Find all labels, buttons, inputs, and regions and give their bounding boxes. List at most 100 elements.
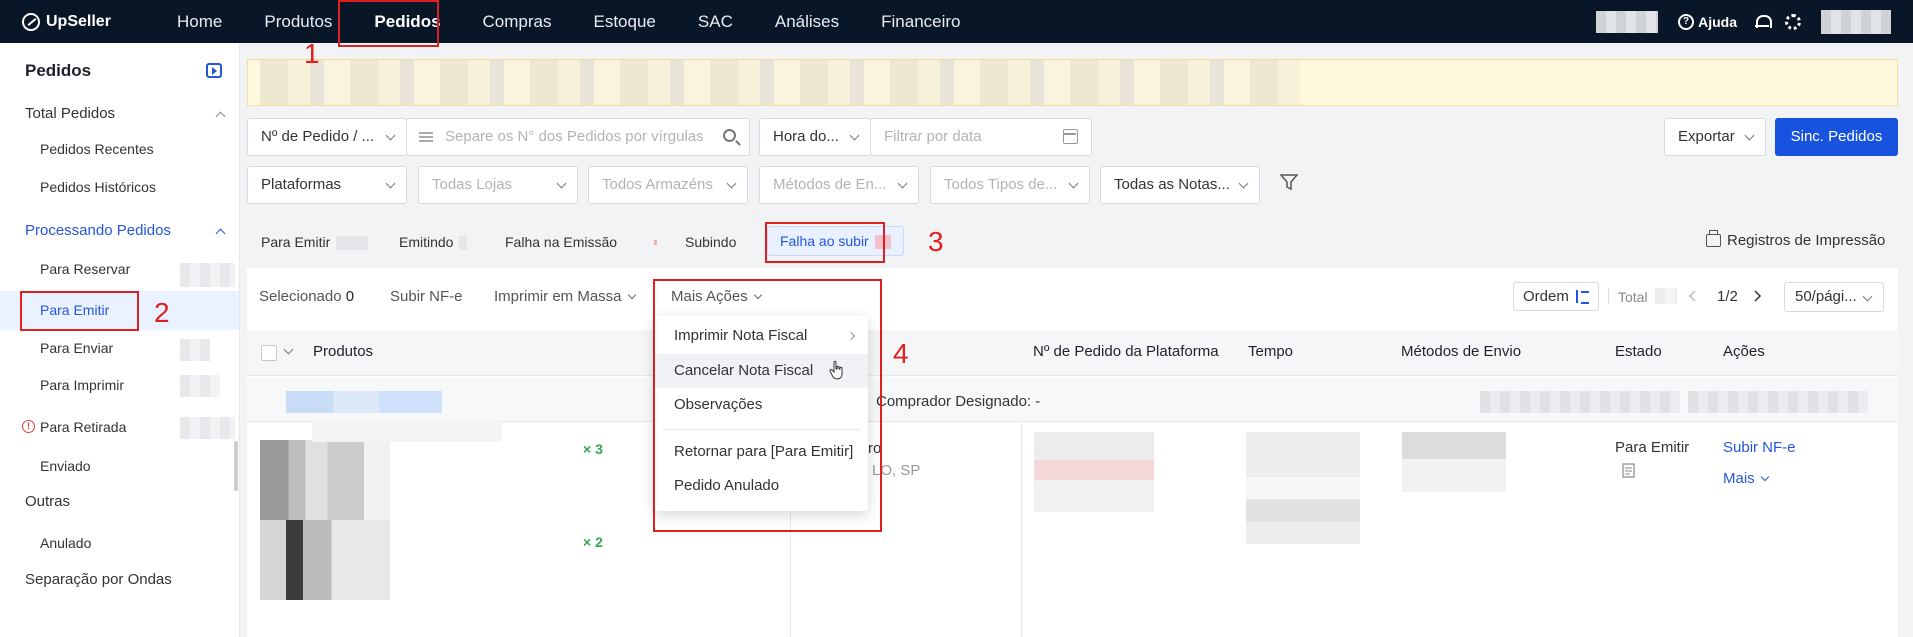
column-acoes: Ações: [1723, 343, 1765, 360]
search-icon[interactable]: [723, 129, 736, 142]
annotation-number-1: 1: [304, 38, 320, 69]
platforms-select[interactable]: Plataformas: [247, 166, 407, 204]
date-placeholder: Filtrar por data: [884, 128, 982, 145]
bulk-print-label: Imprimir em Massa: [494, 288, 622, 305]
types-select[interactable]: Todos Tipos de...: [930, 166, 1090, 204]
select-value: Nº de Pedido / ...: [261, 128, 375, 145]
time-type-select[interactable]: Hora do...: [759, 118, 871, 156]
export-button[interactable]: Exportar: [1664, 118, 1766, 156]
notice-banner: [247, 59, 1898, 106]
chevron-down-icon: [385, 178, 396, 189]
product-image[interactable]: [260, 520, 390, 600]
app-logo[interactable]: UpSeller: [22, 12, 132, 31]
sort-icon: [1576, 290, 1589, 304]
sidebar-title: Pedidos: [25, 61, 92, 80]
sidebar-group-outras[interactable]: Outras: [0, 493, 239, 517]
selected-label: Selecionado: [259, 288, 342, 305]
tab-subindo[interactable]: Subindo: [685, 228, 736, 256]
sort-order-button[interactable]: Ordem: [1513, 282, 1599, 311]
redacted-platform-order: [1034, 432, 1154, 512]
redacted-count: [180, 417, 235, 439]
redacted-count: [336, 236, 369, 251]
sidebar-item-label: Para Retirada: [40, 419, 127, 435]
user-avatar[interactable]: [1821, 9, 1891, 34]
print-records-label: Registros de Impressão: [1727, 232, 1886, 249]
sidebar-item-anulado[interactable]: Anulado: [0, 535, 239, 559]
warehouses-select[interactable]: Todos Armazéns: [588, 166, 748, 204]
sidebar-item-pedidos-historicos[interactable]: Pedidos Históricos: [0, 179, 239, 203]
tab-falha-emissao[interactable]: Falha na Emissão: [505, 228, 617, 256]
date-filter-input[interactable]: Filtrar por data: [870, 118, 1092, 156]
chevron-down-icon: [726, 178, 737, 189]
bell-icon[interactable]: [1755, 14, 1772, 29]
filter-icon[interactable]: [1280, 174, 1298, 190]
select-all-checkbox[interactable]: [261, 345, 277, 361]
redacted-time: [1246, 432, 1360, 544]
export-label: Exportar: [1678, 128, 1735, 145]
help-link[interactable]: ? Ajuda: [1678, 13, 1737, 30]
sidebar-item-enviado[interactable]: Enviado: [0, 458, 239, 482]
product-image[interactable]: [260, 440, 390, 520]
tab-para-emitir[interactable]: Para Emitir: [261, 228, 369, 256]
column-platform-order-number: Nº de Pedido da Plataforma: [1033, 343, 1219, 360]
select-value: Plataformas: [261, 176, 342, 193]
redacted-count: [180, 263, 235, 287]
column-divider: [1021, 422, 1022, 637]
nav-compras[interactable]: Compras: [462, 0, 573, 43]
sidebar-item-pedidos-recentes[interactable]: Pedidos Recentes: [0, 141, 239, 165]
annotation-number-4: 4: [893, 338, 909, 369]
redacted-banner-text: [260, 60, 1300, 105]
help-icon: ?: [1678, 13, 1695, 30]
divider: [1608, 288, 1609, 304]
annotation-number-2: 2: [154, 297, 170, 328]
prev-page-icon[interactable]: [1688, 290, 1698, 302]
bulk-print-button[interactable]: Imprimir em Massa: [494, 288, 636, 305]
column-produtos: Produtos: [313, 343, 374, 360]
nav-estoque[interactable]: Estoque: [573, 0, 677, 43]
sidebar-group-processando[interactable]: Processando Pedidos: [0, 222, 239, 246]
annotation-box-1: [338, 0, 439, 47]
select-value: Todos Armazéns: [602, 176, 713, 193]
select-value: Todas Lojas: [432, 176, 513, 193]
nav-financeiro[interactable]: Financeiro: [860, 0, 981, 43]
invoices-select[interactable]: Todas as Notas...: [1100, 166, 1260, 204]
page-size-select[interactable]: 50/pági...: [1784, 282, 1884, 312]
tab-label: Emitindo: [399, 234, 454, 250]
select-value: Hora do...: [773, 128, 839, 145]
calendar-icon: [1063, 129, 1078, 144]
sidebar-item-separacao[interactable]: Separação por Ondas: [0, 571, 239, 595]
chevron-down-icon: [1238, 178, 1249, 189]
nav-home[interactable]: Home: [156, 0, 243, 43]
sync-orders-button[interactable]: Sinc. Pedidos: [1775, 118, 1898, 156]
redacted-product-name: [312, 420, 502, 442]
total-label: Total: [1618, 289, 1648, 305]
redacted-info: [1480, 391, 1680, 413]
nav-sac[interactable]: SAC: [677, 0, 754, 43]
gear-icon[interactable]: [1785, 13, 1801, 30]
tab-label: Para Emitir: [261, 234, 331, 250]
sidebar-scrollbar[interactable]: [234, 441, 238, 491]
annotation-box-3: [765, 222, 885, 263]
chevron-down-icon: [1760, 472, 1769, 482]
upload-nfe-link[interactable]: Subir NF-e: [1723, 439, 1796, 456]
sidebar-group-total[interactable]: Total Pedidos: [0, 105, 239, 129]
search-input[interactable]: Separe os N° dos Pedidos por vírgulas: [406, 118, 750, 156]
alert-icon: !: [22, 420, 35, 433]
column-estado: Estado: [1615, 343, 1662, 360]
print-records-link[interactable]: Registros de Impressão: [1706, 230, 1886, 249]
order-number-type-select[interactable]: Nº de Pedido / ...: [247, 118, 407, 156]
page-size-value: 50/pági...: [1795, 288, 1857, 305]
next-page-icon[interactable]: [1752, 290, 1762, 302]
collapse-sidebar-icon[interactable]: [206, 63, 222, 78]
upload-nfe-button[interactable]: Subir NF-e: [390, 288, 463, 305]
notes-icon[interactable]: [1622, 463, 1635, 478]
printer-icon: [1706, 230, 1721, 247]
more-actions-link[interactable]: Mais: [1723, 470, 1769, 487]
shipping-methods-select[interactable]: Métodos de En...: [759, 166, 919, 204]
redacted-info: [1688, 391, 1868, 413]
quantity-badge: × 2: [583, 534, 603, 550]
tab-emitindo[interactable]: Emitindo: [399, 228, 468, 256]
nav-analises[interactable]: Análises: [754, 0, 860, 43]
nav-produtos[interactable]: Produtos: [243, 0, 353, 43]
stores-select[interactable]: Todas Lojas: [418, 166, 578, 204]
